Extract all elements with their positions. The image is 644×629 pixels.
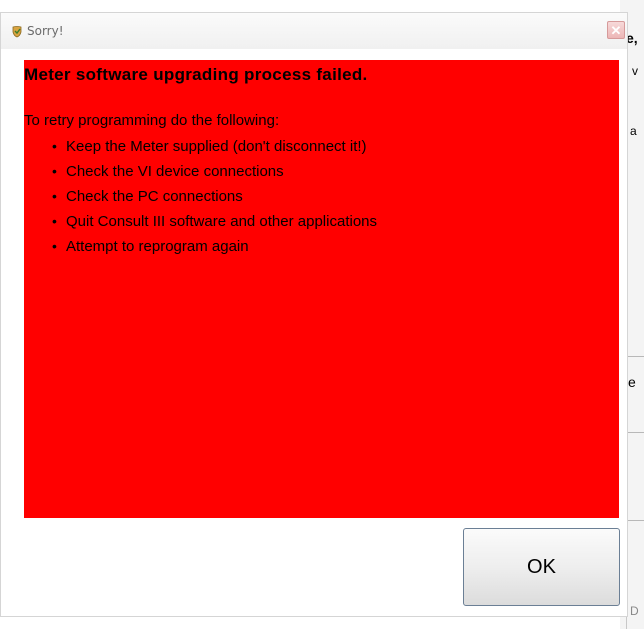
dialog-titlebar[interactable]: Sorry! ✕ — [1, 13, 627, 49]
app-shield-icon — [12, 26, 22, 38]
error-heading: Meter software upgrading process failed. — [24, 65, 368, 84]
background-fragment: e — [628, 374, 636, 390]
list-item: Quit Consult III software and other appl… — [48, 209, 377, 234]
error-dialog: Sorry! ✕ Meter software upgrading proces… — [0, 12, 628, 617]
list-item: Keep the Meter supplied (don't disconnec… — [48, 134, 377, 159]
error-intro: To retry programming do the following: — [24, 112, 280, 129]
close-icon: ✕ — [610, 22, 622, 38]
retry-steps-list: Keep the Meter supplied (don't disconnec… — [48, 134, 377, 259]
background-fragment: v — [632, 64, 638, 78]
list-item: Attempt to reprogram again — [48, 234, 377, 259]
ok-button[interactable]: OK — [463, 528, 620, 606]
error-message-panel: Meter software upgrading process failed.… — [24, 60, 619, 518]
close-button[interactable]: ✕ — [607, 21, 625, 39]
list-item: Check the PC connections — [48, 184, 377, 209]
list-item: Check the VI device connections — [48, 159, 377, 184]
dialog-title: Sorry! — [27, 24, 64, 38]
background-fragment: a — [630, 124, 637, 138]
background-fragment: D — [630, 604, 639, 618]
